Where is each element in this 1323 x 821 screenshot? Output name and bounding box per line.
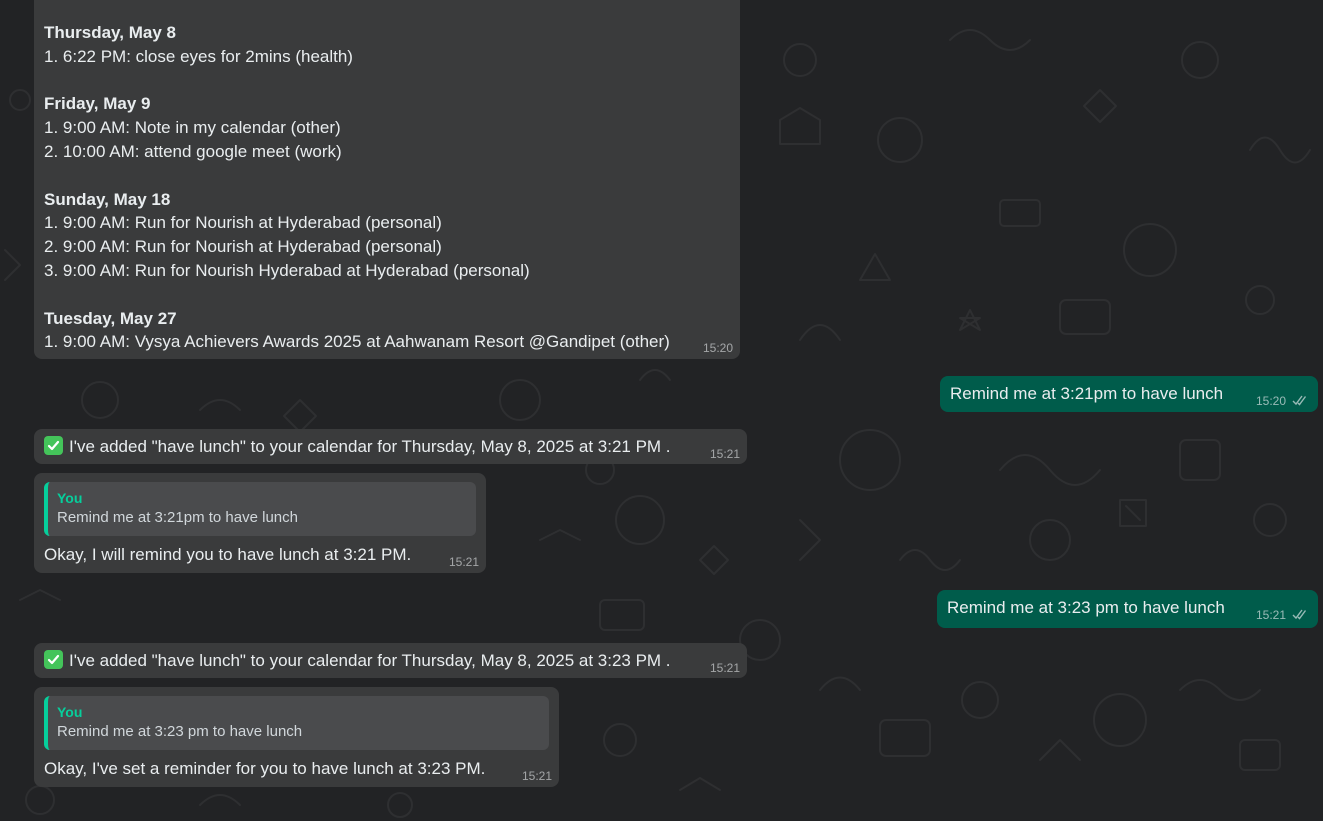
- message-time: 15:20: [703, 341, 734, 355]
- check-mark-button-icon: [44, 650, 63, 669]
- day-heading: Thursday, May 8: [44, 23, 176, 42]
- schedule-item: 2. 9:00 AM: Run for Nourish at Hyderabad…: [44, 237, 442, 257]
- schedule-item: 2. 10:00 AM: attend google meet (work): [44, 141, 342, 161]
- outgoing-message-bubble[interactable]: Remind me at 3:23 pm to have lunch 15:21: [937, 590, 1318, 628]
- outgoing-message-bubble[interactable]: Remind me at 3:21pm to have lunch 15:20: [940, 376, 1318, 412]
- message-text: I've added "have lunch" to your calendar…: [69, 437, 671, 456]
- day-heading: Tuesday, May 27: [44, 308, 177, 328]
- message-time: 15:21: [1256, 608, 1308, 623]
- incoming-reply-bubble[interactable]: You Remind me at 3:21pm to have lunch Ok…: [34, 473, 486, 573]
- day-heading: Sunday, May 18: [44, 189, 171, 209]
- message-time: 15:21: [522, 769, 553, 783]
- quote-text: Remind me at 3:23 pm to have lunch: [57, 723, 303, 740]
- check-mark-button-icon: [44, 436, 63, 455]
- day-heading: Friday, May 9: [44, 94, 151, 114]
- message-text: I've added "have lunch" to your calendar…: [69, 651, 671, 670]
- quoted-message[interactable]: You Remind me at 3:23 pm to have lunch: [44, 696, 549, 750]
- schedule-item: 1. 6:22 PM: close eyes for 2mins (health…: [44, 46, 353, 66]
- double-check-icon: [1292, 609, 1308, 623]
- schedule-item: 1. 9:00 AM: Vysya Achievers Awards 2025 …: [44, 332, 670, 352]
- quote-text: Remind me at 3:21pm to have lunch: [57, 509, 298, 526]
- incoming-message-bubble[interactable]: I've added "have lunch" to your calendar…: [34, 429, 747, 464]
- incoming-reply-bubble[interactable]: You Remind me at 3:23 pm to have lunch O…: [34, 687, 559, 787]
- message-text: Remind me at 3:21pm to have lunch: [950, 384, 1224, 403]
- message-time: 15:21: [710, 447, 741, 461]
- schedule-item: 3. 9:00 AM: Run for Nourish Hyderabad at…: [44, 260, 530, 280]
- double-check-icon: [1292, 395, 1308, 409]
- message-text-row: I've added "have lunch" to your calendar…: [44, 649, 671, 673]
- schedule-message-bubble[interactable]: Thursday, May 8 1. 6:22 PM: close eyes f…: [34, 0, 740, 359]
- quote-author: You: [57, 704, 83, 720]
- quoted-message[interactable]: You Remind me at 3:21pm to have lunch: [44, 482, 476, 536]
- message-time: 15:21: [710, 661, 741, 675]
- message-time: 15:20: [1256, 394, 1308, 409]
- quote-author: You: [57, 490, 83, 506]
- message-time: 15:21: [449, 555, 480, 569]
- message-text: Remind me at 3:23 pm to have lunch: [947, 598, 1225, 617]
- schedule-item: 1. 9:00 AM: Note in my calendar (other): [44, 118, 341, 138]
- message-text: Okay, I will remind you to have lunch at…: [44, 545, 412, 564]
- message-text-row: I've added "have lunch" to your calendar…: [44, 435, 671, 459]
- schedule-item: 1. 9:00 AM: Run for Nourish at Hyderabad…: [44, 213, 442, 233]
- incoming-message-bubble[interactable]: I've added "have lunch" to your calendar…: [34, 643, 747, 678]
- message-text: Okay, I've set a reminder for you to hav…: [44, 759, 486, 778]
